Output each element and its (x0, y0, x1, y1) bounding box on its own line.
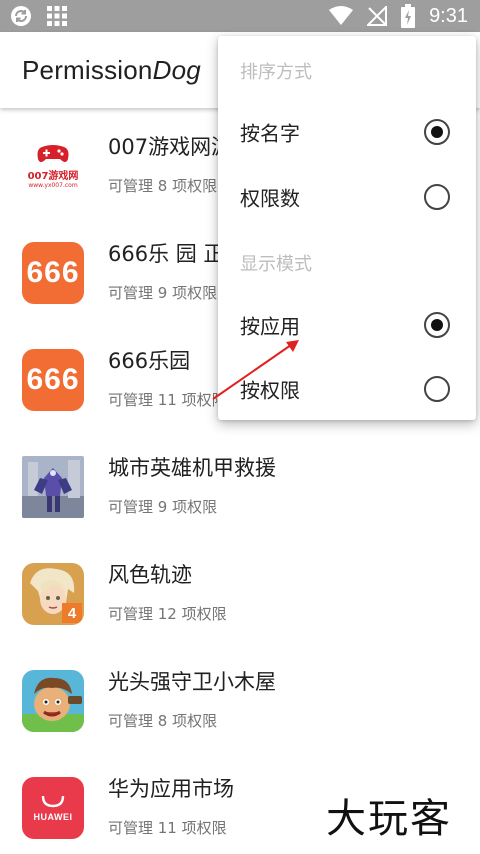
wifi-icon (329, 6, 354, 26)
app-perm-count: 可管理 9 项权限 (108, 284, 218, 302)
status-bar: 9:31 (0, 0, 480, 32)
app-perm-count: 可管理 11 项权限 (108, 819, 227, 837)
radio-display-by-app[interactable] (424, 312, 450, 338)
radio-sort-by-name[interactable] (424, 119, 450, 145)
radio-display-by-permission[interactable] (424, 376, 450, 402)
list-item[interactable]: 光头强守卫小木屋 可管理 8 项权限 (0, 643, 480, 750)
status-time: 9:31 (429, 4, 468, 27)
anime-game-icon: 4 (22, 563, 84, 625)
app-title: PermissionDog (22, 54, 201, 85)
app-name: 666乐园 (108, 349, 191, 373)
sort-display-popup-menu: 排序方式 按名字 权限数 显示模式 按应用 按权限 (218, 36, 476, 420)
menu-item-label: 按权限 (240, 378, 300, 403)
list-item[interactable]: 4 风色轨迹 可管理 12 项权限 (0, 536, 480, 643)
app-icon-666: 666 (22, 242, 84, 304)
display-section-header: 显示模式 (240, 254, 312, 275)
app-name: 光头强守卫小木屋 (108, 670, 276, 694)
app-perm-count: 可管理 11 项权限 (108, 391, 227, 409)
huawei-icon: HUAWEI (22, 777, 84, 839)
app-name: 华为应用市场 (108, 777, 234, 801)
sort-section-header: 排序方式 (240, 62, 312, 83)
app-name: 风色轨迹 (108, 563, 192, 587)
app-icon-007: 007游戏网 www.yx007.com (22, 135, 84, 197)
app-perm-count: 可管理 9 项权限 (108, 498, 218, 516)
grid-icon (46, 5, 68, 27)
app-icon-666: 666 (22, 349, 84, 411)
app-name: 666乐 园 正 (108, 242, 225, 266)
no-signal-icon (367, 6, 388, 26)
app-perm-count: 可管理 12 项权限 (108, 605, 227, 623)
app-perm-count: 可管理 8 项权限 (108, 177, 218, 195)
app-name: 城市英雄机甲救援 (108, 456, 276, 480)
menu-item-sort-by-perm-count[interactable]: 权限数 (218, 167, 476, 227)
battery-icon (401, 4, 416, 28)
menu-item-display-by-permission[interactable]: 按权限 (218, 359, 476, 419)
mech-icon (22, 456, 84, 518)
app-name: 007游戏网游 (108, 135, 233, 159)
radio-sort-by-perm-count[interactable] (424, 184, 450, 210)
cartoon-game-icon (22, 670, 84, 732)
sync-icon (10, 5, 32, 27)
menu-item-label: 按名字 (240, 121, 300, 146)
menu-item-display-by-app[interactable]: 按应用 (218, 295, 476, 355)
svg-text:4: 4 (68, 605, 77, 622)
watermark: 大玩客 (326, 796, 452, 842)
menu-item-label: 按应用 (240, 314, 300, 339)
app-perm-count: 可管理 8 项权限 (108, 712, 218, 730)
menu-item-label: 权限数 (240, 186, 300, 211)
menu-item-sort-by-name[interactable]: 按名字 (218, 102, 476, 162)
list-item[interactable]: 城市英雄机甲救援 可管理 9 项权限 (0, 429, 480, 536)
